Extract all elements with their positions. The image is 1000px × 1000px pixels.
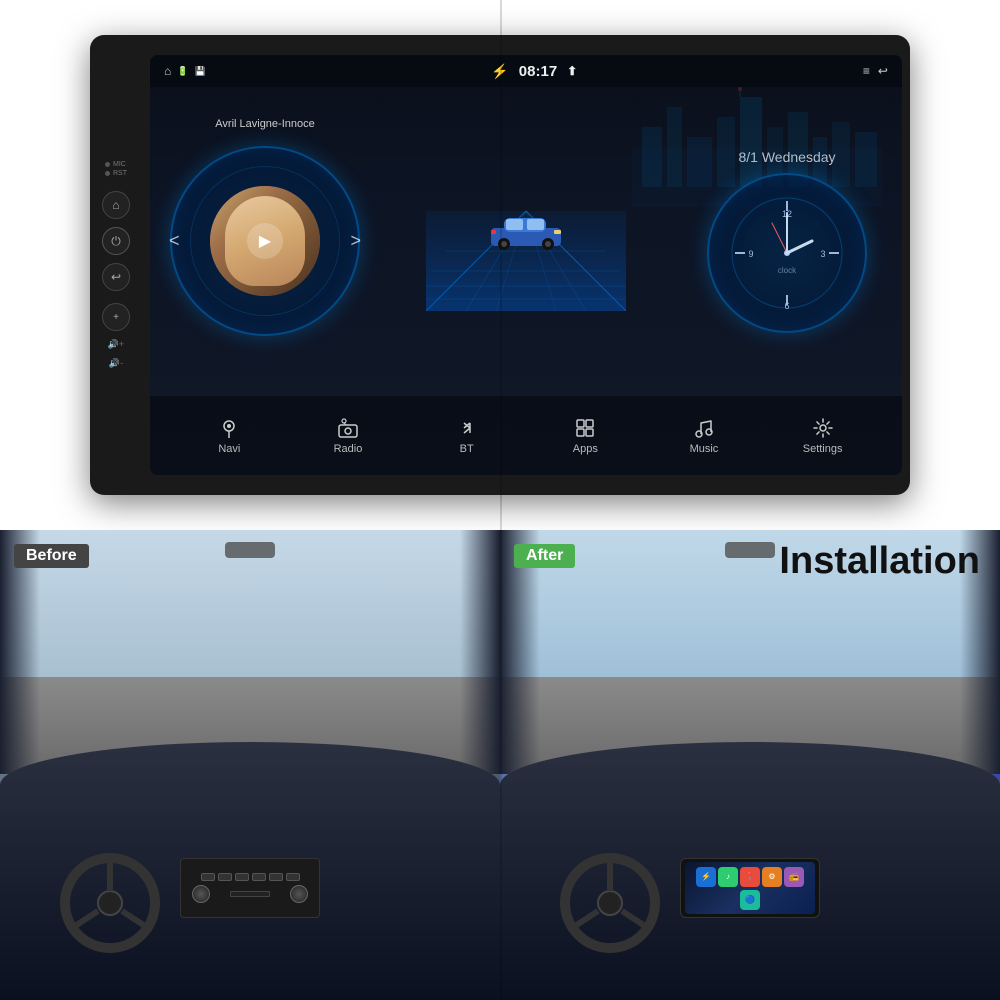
radio-knob-left (192, 885, 210, 903)
mini-app-4: ⚙ (762, 867, 782, 887)
bottom-navigation: Navi Radio (150, 395, 902, 475)
home-side-button[interactable]: ⌂ (102, 191, 130, 219)
bt-label: BT (460, 443, 474, 455)
main-screen: ⌂ 🔋 💾 ⚡ 08:17 ⬆ ≡ ↩ (150, 55, 902, 475)
svg-text:9: 9 (748, 249, 753, 259)
music-label: Music (690, 443, 719, 455)
radio-knob-row (192, 885, 308, 903)
apps-icon (574, 417, 596, 439)
radio-btn-1 (201, 873, 215, 881)
radio-btn-2 (218, 873, 232, 881)
status-left: ⌂ 🔋 💾 (164, 64, 206, 78)
car-visual (486, 206, 566, 256)
settings-label: Settings (803, 443, 843, 455)
new-stereo-screen: ⚡ ♪ 📍 ⚙ 📻 🔵 (680, 858, 820, 918)
nav-item-navi[interactable]: Navi (194, 417, 264, 455)
road-visual (426, 171, 626, 311)
radio-btn-4 (252, 873, 266, 881)
album-art: ▶ (210, 186, 320, 296)
radio-knob-right (290, 885, 308, 903)
music-player: Avril Lavigne-Innoce < ▶ > (170, 146, 360, 336)
center-console-after: ⚡ ♪ 📍 ⚙ 📻 🔵 (680, 858, 820, 948)
side-panel: MIC RST ⌂ ⏻ ↩ + 🔊+ 🔊- (90, 45, 142, 485)
installation-title: Installation (779, 540, 980, 583)
rearview-mirror-before (225, 542, 275, 558)
steering-wheel-after (560, 853, 660, 953)
song-title: Avril Lavigne-Innoce (215, 118, 314, 130)
before-interior (0, 530, 500, 1000)
sd-icon: 💾 (194, 66, 205, 77)
mini-app-6: 🔵 (740, 890, 760, 910)
radio-btn-3 (235, 873, 249, 881)
status-right: ≡ ↩ (863, 64, 888, 78)
back-side-button[interactable]: ↩ (102, 263, 130, 291)
nav-item-music[interactable]: Music (669, 417, 739, 455)
mini-app-3: 📍 (740, 867, 760, 887)
screen-container: ⌂ 🔋 💾 ⚡ 08:17 ⬆ ≡ ↩ (150, 55, 902, 475)
rearview-mirror-after (725, 542, 775, 558)
upload-icon: ⬆ (567, 64, 577, 78)
radio-icon (337, 417, 359, 439)
before-bg (0, 530, 500, 1000)
main-content-area: Avril Lavigne-Innoce < ▶ > (150, 87, 902, 395)
after-bg: ⚡ ♪ 📍 ⚙ 📻 🔵 (500, 530, 1000, 1000)
center-visual (360, 97, 692, 385)
after-panel: ⚡ ♪ 📍 ⚙ 📻 🔵 After Installation (500, 530, 1000, 1000)
radio-buttons-row (201, 873, 300, 881)
time-display: 08:17 (519, 63, 557, 80)
radio-label: Radio (334, 443, 363, 455)
steering-wheel-before (60, 853, 160, 953)
before-panel: Before (0, 530, 500, 1000)
before-label: Before (14, 544, 89, 568)
notification-icon: 🔋 (177, 66, 188, 77)
nav-item-settings[interactable]: Settings (788, 417, 858, 455)
vol-up-button[interactable]: + (102, 303, 130, 331)
vol-down-label: 🔊- (109, 358, 123, 369)
menu-icon: ≡ (863, 64, 870, 78)
rst-label: RST (105, 170, 127, 177)
dashboard-after: ⚡ ♪ 📍 ⚙ 📻 🔵 (500, 742, 1000, 1000)
analog-clock: 12 3 6 9 (727, 193, 847, 313)
play-button[interactable]: ▶ (247, 223, 283, 259)
radio-display (230, 891, 270, 897)
before-after-divider (500, 0, 502, 1000)
status-bar: ⌂ 🔋 💾 ⚡ 08:17 ⬆ ≡ ↩ (150, 55, 902, 87)
vol-label: 🔊+ (108, 339, 124, 350)
a-pillar-right-before (460, 530, 500, 774)
nav-item-bt[interactable]: BT (432, 417, 502, 455)
home-icon: ⌂ (164, 64, 171, 78)
after-label: After (514, 544, 575, 568)
apps-label: Apps (573, 443, 598, 455)
radio-btn-5 (269, 873, 283, 881)
navi-icon (218, 417, 240, 439)
mic-label: MIC (105, 161, 126, 168)
old-radio (180, 858, 320, 918)
music-icon (693, 417, 715, 439)
bottom-section: Before (0, 530, 1000, 1000)
dashboard-before (0, 742, 500, 1000)
prev-button[interactable]: < (169, 231, 180, 252)
radio-btn-6 (286, 873, 300, 881)
svg-text:3: 3 (820, 249, 825, 259)
nav-item-apps[interactable]: Apps (550, 417, 620, 455)
status-center: ⚡ 08:17 ⬆ (491, 63, 577, 80)
after-interior: ⚡ ♪ 📍 ⚙ 📻 🔵 (500, 530, 1000, 1000)
installed-screen: ⚡ ♪ 📍 ⚙ 📻 🔵 (685, 862, 815, 914)
mic-rst-group: MIC RST (105, 161, 127, 177)
svg-text:6: 6 (784, 301, 789, 311)
bt-icon (456, 417, 478, 439)
nav-item-radio[interactable]: Radio (313, 417, 383, 455)
music-inner-ring: < ▶ > (190, 166, 340, 316)
center-console-before (180, 858, 320, 948)
mini-app-1: ⚡ (696, 867, 716, 887)
music-ring: < ▶ > (170, 146, 360, 336)
back-icon: ↩ (878, 64, 888, 78)
svg-text:clock: clock (778, 266, 797, 275)
settings-icon (812, 417, 834, 439)
mini-app-5: 📻 (784, 867, 804, 887)
mini-app-2: ♪ (718, 867, 738, 887)
clock-ring: 12 3 6 9 (707, 173, 867, 333)
navi-label: Navi (218, 443, 240, 455)
power-side-button[interactable]: ⏻ (102, 227, 130, 255)
